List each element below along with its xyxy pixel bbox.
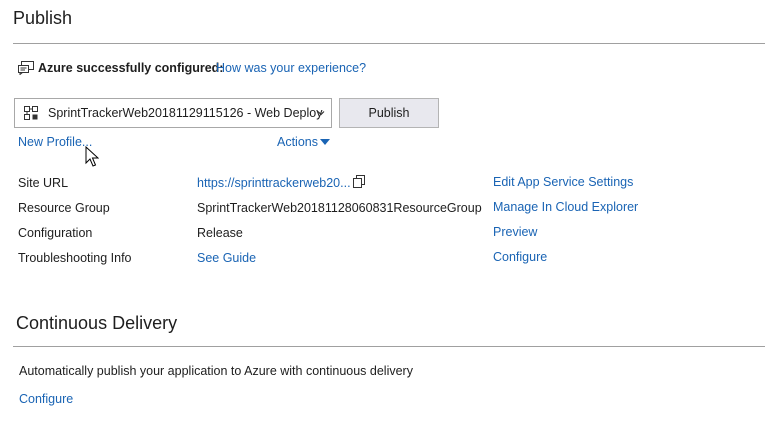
configuration-value: Release [197,226,243,240]
continuous-delivery-configure-link[interactable]: Configure [19,392,73,406]
chevron-down-icon [317,111,325,116]
continuous-delivery-description: Automatically publish your application t… [19,364,413,378]
preview-link[interactable]: Preview [493,225,537,239]
actions-link[interactable]: Actions [277,135,318,149]
profile-dropdown[interactable]: SprintTrackerWeb20181129115126 - Web Dep… [14,98,332,128]
manage-in-cloud-explorer-link[interactable]: Manage In Cloud Explorer [493,200,638,214]
detail-label-resource-group: Resource Group [18,201,110,215]
mouse-pointer-icon [85,146,99,167]
feedback-link[interactable]: How was your experience? [216,61,366,75]
profile-selected-label: SprintTrackerWeb20181129115126 - Web Dep… [48,106,323,120]
publish-title: Publish [13,8,73,28]
detail-label-configuration: Configuration [18,226,93,240]
detail-label-troubleshooting: Troubleshooting Info [18,251,132,265]
see-guide-link[interactable]: See Guide [197,251,256,265]
continuous-delivery-divider [13,346,765,347]
site-url-link[interactable]: https://sprinttrackerweb20... [197,176,351,190]
configure-link[interactable]: Configure [493,250,547,264]
detail-label-site-url: Site URL [18,176,69,190]
feedback-icon [18,61,34,75]
edit-app-service-settings-link[interactable]: Edit App Service Settings [493,175,633,189]
resource-group-value: SprintTrackerWeb20181128060831ResourceGr… [197,201,482,215]
azure-status-text: Azure successfully configured: [38,61,224,75]
continuous-delivery-title: Continuous Delivery [16,313,178,333]
publish-button[interactable]: Publish [339,98,439,128]
copy-icon[interactable] [352,175,366,189]
publish-divider [13,43,765,44]
actions-menu[interactable]: Actions [277,135,330,149]
publish-page: Publish Azure successfully configured: H… [0,0,765,426]
new-profile-link[interactable]: New Profile... [18,135,92,149]
caret-down-icon [320,139,330,145]
web-deploy-icon [24,106,38,120]
